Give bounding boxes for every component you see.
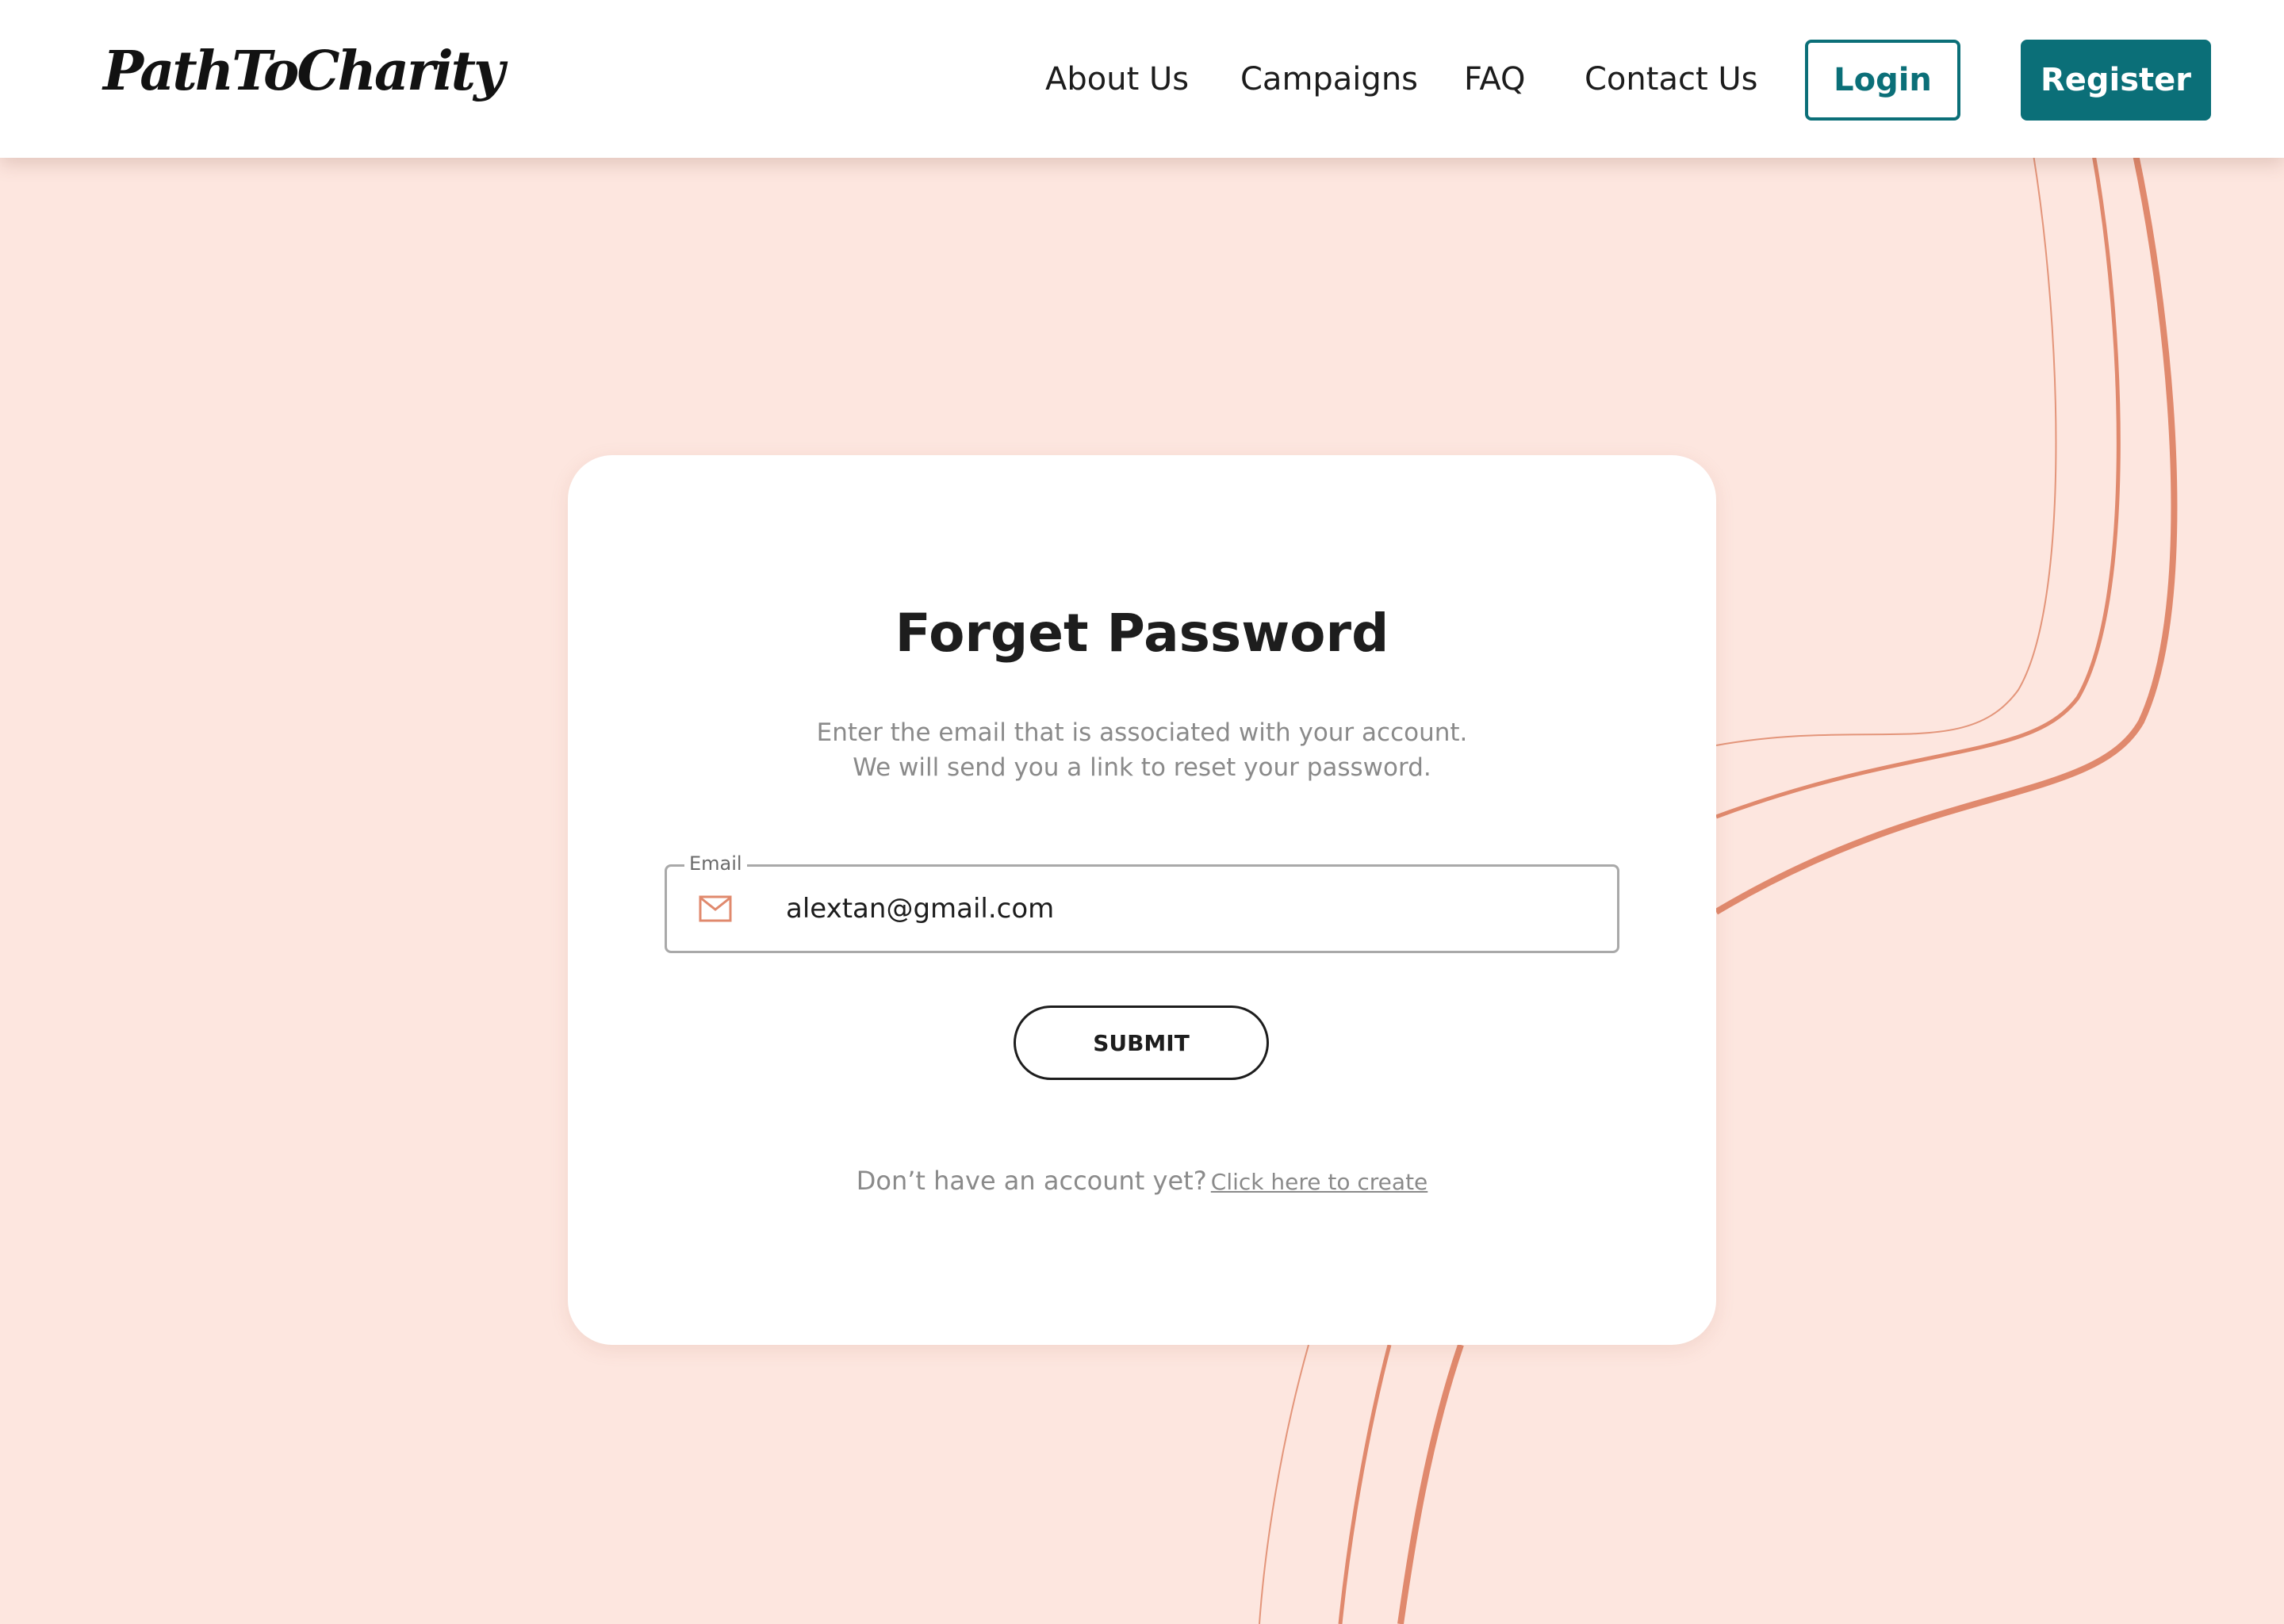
description-line-1: Enter the email that is associated with … [816,718,1468,747]
nav-contact-us[interactable]: Contact Us [1585,59,1757,100]
signup-prompt-row: Don’t have an account yet? Click here to… [0,1166,2284,1196]
nav-faq[interactable]: FAQ [1464,59,1525,100]
email-field[interactable]: Email [665,849,1619,953]
login-button[interactable]: Login [1805,40,1960,121]
create-account-link[interactable]: Click here to create [1211,1169,1428,1195]
mail-icon [699,895,732,922]
nav-about-us[interactable]: About Us [1045,59,1189,100]
signup-prompt-text: Don’t have an account yet? [856,1166,1207,1196]
nav-campaigns[interactable]: Campaigns [1240,59,1418,100]
top-navbar: PathToCharity About Us Campaigns FAQ Con… [0,0,2284,158]
email-input[interactable] [786,867,1563,951]
email-field-label: Email [684,849,747,878]
page-title: Forget Password [895,603,1389,664]
description-line-2: We will send you a link to reset your pa… [853,753,1431,782]
submit-button[interactable]: SUBMIT [1014,1005,1269,1080]
brand-logo[interactable]: PathToCharity [103,40,505,103]
register-button[interactable]: Register [2021,40,2211,121]
